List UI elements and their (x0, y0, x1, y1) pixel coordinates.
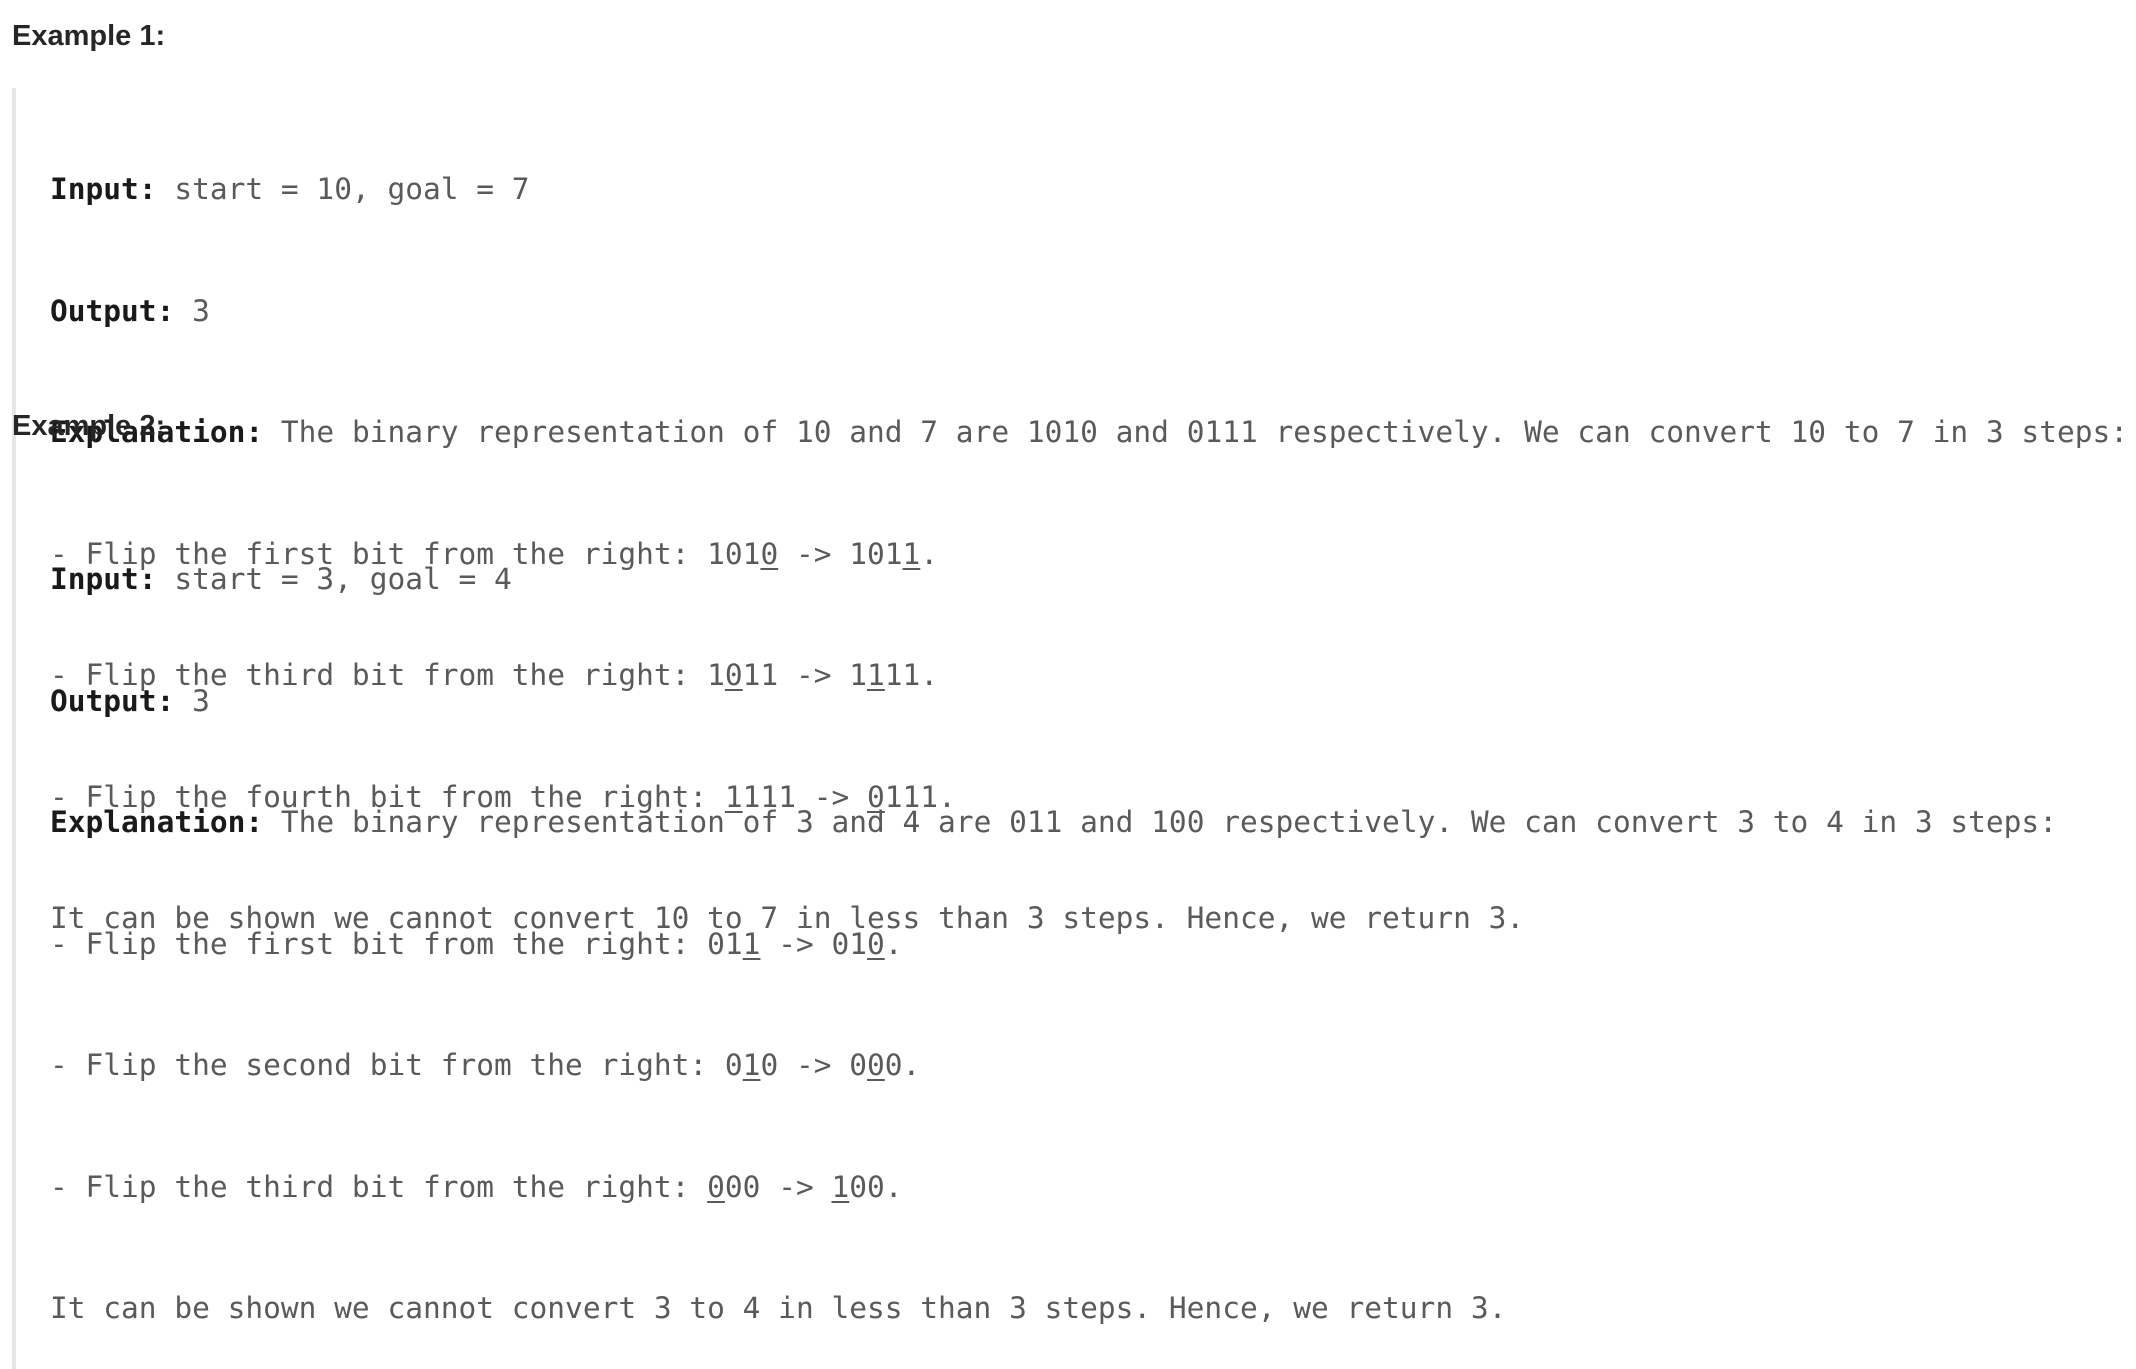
input-label: Input: (50, 562, 157, 596)
input-line: Input: start = 10, goal = 7 (50, 169, 2128, 210)
output-value: 3 (192, 683, 210, 718)
example-2-block: Input: start = 3, goal = 4 Output: 3 Exp… (12, 478, 2057, 1369)
bits-to-post: 00 (849, 1169, 885, 1204)
output-line: Output: 3 (50, 681, 2057, 722)
step-line: - Flip the second bit from the right: 01… (50, 1045, 2057, 1086)
flipped-bit-to: 0 (867, 926, 885, 961)
example-2-heading: Example 2: (12, 410, 166, 442)
output-label: Output: (50, 683, 175, 718)
flipped-bit-from: 1 (742, 1048, 761, 1082)
step-line: - Flip the first bit from the right: 011… (50, 924, 2057, 965)
step-arrow: -> (778, 1048, 850, 1082)
output-value: 3 (192, 293, 210, 328)
explanation-line: Explanation: The binary representation o… (50, 802, 2057, 843)
step-end: . (884, 926, 903, 961)
step-prefix: - Flip the first bit from the right: (50, 926, 708, 961)
flipped-bit-from: 0 (707, 1169, 725, 1204)
step-prefix: - Flip the third bit from the right: (50, 1169, 708, 1204)
conclusion-line: It can be shown we cannot convert 3 to 4… (50, 1291, 1507, 1325)
flipped-bit-to: 0 (867, 1048, 885, 1082)
bits-from-post: 00 (724, 1169, 761, 1204)
bits-from-pre: 01 (707, 926, 743, 961)
step-arrow: -> (760, 1169, 832, 1204)
flipped-bit-from: 1 (742, 926, 761, 961)
bits-to-post: 0 (884, 1048, 903, 1082)
bits-to-pre: 0 (849, 1048, 868, 1082)
output-label: Output: (50, 293, 175, 328)
explanation-text: The binary representation of 3 and 4 are… (280, 805, 2057, 839)
explanation-text: The binary representation of 10 and 7 ar… (280, 415, 2128, 449)
step-arrow: -> (760, 926, 832, 961)
input-value: start = 10, goal = 7 (174, 172, 530, 206)
step-end: . (902, 1048, 921, 1082)
example-1-heading: Example 1: (12, 20, 166, 52)
step-end: . (884, 1169, 903, 1204)
explanation-label: Explanation: (50, 805, 264, 839)
flipped-bit-to: 1 (831, 1169, 850, 1204)
bits-from-pre: 0 (724, 1048, 743, 1082)
step-prefix: - Flip the second bit from the right: (50, 1048, 725, 1082)
input-value: start = 3, goal = 4 (174, 562, 512, 596)
output-line: Output: 3 (50, 291, 2128, 332)
step-line: - Flip the third bit from the right: 000… (50, 1167, 2057, 1208)
bits-to-pre: 01 (831, 926, 868, 961)
explanation-line: Explanation: The binary representation o… (50, 412, 2128, 453)
input-label: Input: (50, 172, 157, 206)
bits-from-post: 0 (760, 1048, 779, 1082)
input-line: Input: start = 3, goal = 4 (50, 559, 2057, 600)
